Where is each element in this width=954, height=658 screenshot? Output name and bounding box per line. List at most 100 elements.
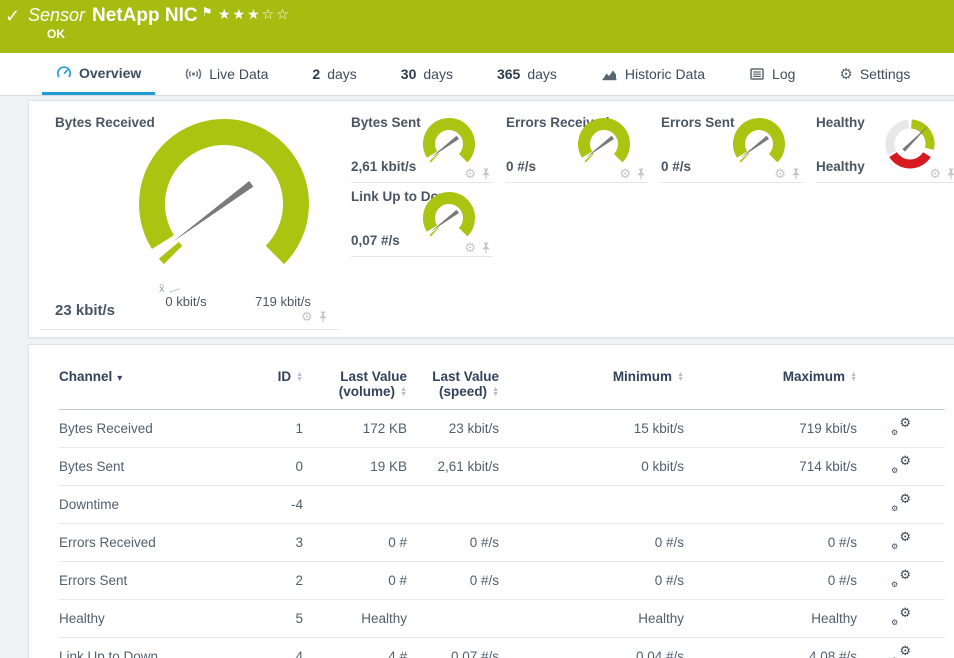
- sort-icon[interactable]: ▲▼: [850, 372, 857, 382]
- gauge-cell-bytes-sent[interactable]: Bytes Sent 2,61 kbit/s ⚙: [351, 113, 493, 183]
- column-label: Last Value (speed): [432, 369, 499, 399]
- flag-icon[interactable]: ⚑: [202, 5, 213, 19]
- channel-settings-icon[interactable]: ⚙⚙: [891, 647, 911, 658]
- column-label: Minimum: [613, 369, 672, 384]
- gauge-title: Healthy: [816, 115, 865, 130]
- tab-label: days: [327, 66, 357, 82]
- tab-log[interactable]: Log: [735, 53, 809, 95]
- sensor-name: NetApp NIC: [92, 5, 198, 26]
- tab-label: Log: [772, 66, 795, 82]
- gauges-card: Bytes Received x̄ 0 kbit/s 719 kbit/s 23…: [28, 100, 954, 338]
- last-value-speed: 23 kbit/s: [407, 410, 499, 448]
- sort-icon[interactable]: ▲▼: [296, 372, 303, 382]
- last-value-volume: 4 #: [303, 638, 407, 658]
- gauge-settings-icon[interactable]: ⚙: [464, 167, 476, 180]
- sensor-type-label: Sensor: [28, 5, 85, 25]
- gauge-settings-icon[interactable]: ⚙: [464, 241, 476, 254]
- channel-settings-icon[interactable]: ⚙⚙: [891, 419, 911, 435]
- divider: [816, 182, 954, 183]
- gauge-cell-errors-received[interactable]: Errors Received 0 #/s ⚙: [506, 113, 648, 183]
- column-header-id[interactable]: ID ▲▼: [245, 367, 303, 410]
- healthy-gauge: [880, 116, 944, 172]
- stars-empty: ☆☆: [262, 6, 291, 22]
- channel-name: Bytes Received: [59, 410, 245, 448]
- tab-overview[interactable]: Overview: [42, 53, 155, 95]
- last-value-speed: 0 #/s: [407, 562, 499, 600]
- channel-id: 4: [245, 638, 303, 658]
- bytes-received-gauge[interactable]: [124, 104, 324, 296]
- status-check-icon: ✓: [5, 6, 20, 27]
- pin-icon[interactable]: [481, 168, 491, 180]
- sensor-status-badge: OK: [47, 27, 65, 41]
- column-header-last-speed[interactable]: Last Value (speed)▲▼: [407, 367, 499, 410]
- bytes-sent-gauge: [419, 116, 479, 172]
- divider: [661, 182, 803, 183]
- tab-label: Historic Data: [625, 66, 705, 82]
- gauge-cell-link-up-to-down[interactable]: Link Up to Down 0,07 #/s ⚙: [351, 187, 493, 257]
- table-row[interactable]: Errors Sent 2 0 # 0 #/s 0 #/s 0 #/s ⚙⚙: [59, 562, 945, 600]
- tab-live-data[interactable]: Live Data: [171, 53, 282, 95]
- tab-2-days[interactable]: 2 days: [298, 53, 370, 95]
- channel-name: Bytes Sent: [59, 448, 245, 486]
- pin-icon[interactable]: [318, 311, 328, 323]
- table-row[interactable]: Healthy 5 Healthy Healthy Healthy ⚙⚙: [59, 600, 945, 638]
- priority-stars[interactable]: ★★★☆☆: [218, 6, 291, 23]
- tab-label: Overview: [79, 65, 141, 81]
- errors-received-gauge: [574, 116, 634, 172]
- sort-icon[interactable]: ▲▼: [492, 387, 499, 397]
- maximum-value: Healthy: [684, 600, 857, 638]
- channel-settings-icon[interactable]: ⚙⚙: [891, 457, 911, 473]
- pin-icon[interactable]: [481, 242, 491, 254]
- column-label: ID: [278, 369, 292, 384]
- sensor-title-line: Sensor NetApp NIC ⚑: [28, 5, 212, 27]
- table-row[interactable]: Bytes Sent 0 19 KB 2,61 kbit/s 0 kbit/s …: [59, 448, 945, 486]
- errors-sent-gauge: [729, 116, 789, 172]
- column-header-last-volume[interactable]: Last Value (volume)▲▼: [303, 367, 407, 410]
- gauge-value: 0 #/s: [661, 159, 691, 174]
- gauge-cell-errors-sent[interactable]: Errors Sent 0 #/s ⚙: [661, 113, 803, 183]
- channel-settings-icon[interactable]: ⚙⚙: [891, 571, 911, 587]
- stars-filled: ★★★: [218, 6, 262, 22]
- channel-name: Errors Sent: [59, 562, 245, 600]
- tab-settings[interactable]: ⚙ Settings: [825, 53, 924, 95]
- table-row[interactable]: Link Up to Down 4 4 # 0,07 #/s 0,04 #/s …: [59, 638, 945, 658]
- tab-30-days[interactable]: 30 days: [387, 53, 467, 95]
- gauge-cell-healthy[interactable]: Healthy Healthy ⚙: [816, 113, 954, 183]
- pin-icon[interactable]: [946, 168, 954, 180]
- tab-label: days: [527, 66, 557, 82]
- column-header-maximum[interactable]: Maximum ▲▼: [684, 367, 857, 410]
- channel-id: -4: [245, 486, 303, 524]
- channel-settings-icon[interactable]: ⚙⚙: [891, 533, 911, 549]
- last-value-volume: [303, 486, 407, 524]
- table-row[interactable]: Errors Received 3 0 # 0 #/s 0 #/s 0 #/s …: [59, 524, 945, 562]
- main-gauge-value: 23 kbit/s: [55, 302, 115, 319]
- channel-settings-icon[interactable]: ⚙⚙: [891, 609, 911, 625]
- gauge-settings-icon[interactable]: ⚙: [929, 167, 941, 180]
- tab-historic-data[interactable]: Historic Data: [587, 53, 719, 95]
- maximum-value: 0 #/s: [684, 524, 857, 562]
- channel-settings-icon[interactable]: ⚙⚙: [891, 495, 911, 511]
- table-row[interactable]: Bytes Received 1 172 KB 23 kbit/s 15 kbi…: [59, 410, 945, 448]
- table-row[interactable]: Downtime -4 ⚙⚙: [59, 486, 945, 524]
- gauge-settings-icon[interactable]: ⚙: [301, 310, 313, 323]
- tab-365-days[interactable]: 365 days: [483, 53, 571, 95]
- sort-icon[interactable]: ▲▼: [400, 387, 407, 397]
- pin-icon[interactable]: [636, 168, 646, 180]
- tab-number: 2: [312, 66, 320, 82]
- column-label: Maximum: [783, 369, 845, 384]
- channel-id: 0: [245, 448, 303, 486]
- sort-desc-icon[interactable]: ▾: [117, 373, 122, 384]
- gauge-title: Errors Sent: [661, 115, 735, 130]
- column-header-channel[interactable]: Channel▾: [59, 367, 245, 410]
- gauge-settings-icon[interactable]: ⚙: [619, 167, 631, 180]
- pin-icon[interactable]: [791, 168, 801, 180]
- column-header-minimum[interactable]: Minimum ▲▼: [499, 367, 684, 410]
- channel-id: 3: [245, 524, 303, 562]
- sort-icon[interactable]: ▲▼: [677, 372, 684, 382]
- minimum-value: 0,04 #/s: [499, 638, 684, 658]
- divider: [351, 182, 493, 183]
- channel-name: Downtime: [59, 486, 245, 524]
- log-icon: [749, 66, 765, 82]
- channel-name: Healthy: [59, 600, 245, 638]
- gauge-settings-icon[interactable]: ⚙: [774, 167, 786, 180]
